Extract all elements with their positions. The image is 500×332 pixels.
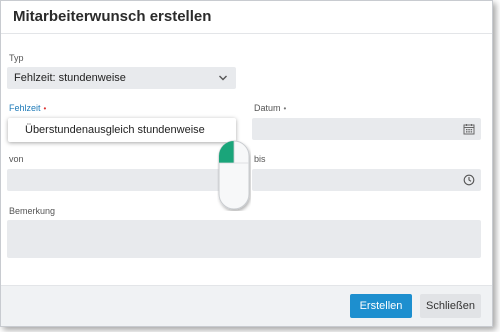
datum-required-marker: • [283,104,287,113]
bemerkung-textarea[interactable] [7,220,481,258]
bis-field[interactable] [252,169,481,191]
von-label: von [9,154,24,164]
fehlzeit-label-text: Fehlzeit [9,103,41,113]
fehlzeit-dropdown-menu: Überstundenausgleich stundenweise [8,118,236,142]
bis-label: bis [254,154,266,164]
clock-icon[interactable] [463,174,475,186]
fehlzeit-label: Fehlzeit • [9,103,46,113]
mouse-click-icon [218,140,250,210]
bemerkung-label: Bemerkung [9,206,56,216]
dialog-footer: Erstellen Schließen [1,285,492,326]
dialog-title: Mitarbeiterwunsch erstellen [13,8,212,25]
typ-select-value: Fehlzeit: stundenweise [14,72,126,84]
close-button[interactable]: Schließen [420,294,481,318]
datum-label: Datum • [254,103,286,113]
von-field[interactable] [7,169,236,191]
create-button[interactable]: Erstellen [350,294,412,318]
dropdown-option-ueberstundenausgleich[interactable]: Überstundenausgleich stundenweise [25,124,205,136]
fehlzeit-required-marker: • [43,104,47,113]
chevron-down-icon [219,75,227,81]
datum-field[interactable] [252,118,481,140]
typ-select[interactable]: Fehlzeit: stundenweise [7,67,236,89]
typ-label: Typ [9,53,24,63]
datum-label-text: Datum [254,103,281,113]
title-divider [1,33,492,34]
calendar-icon[interactable] [463,123,475,135]
